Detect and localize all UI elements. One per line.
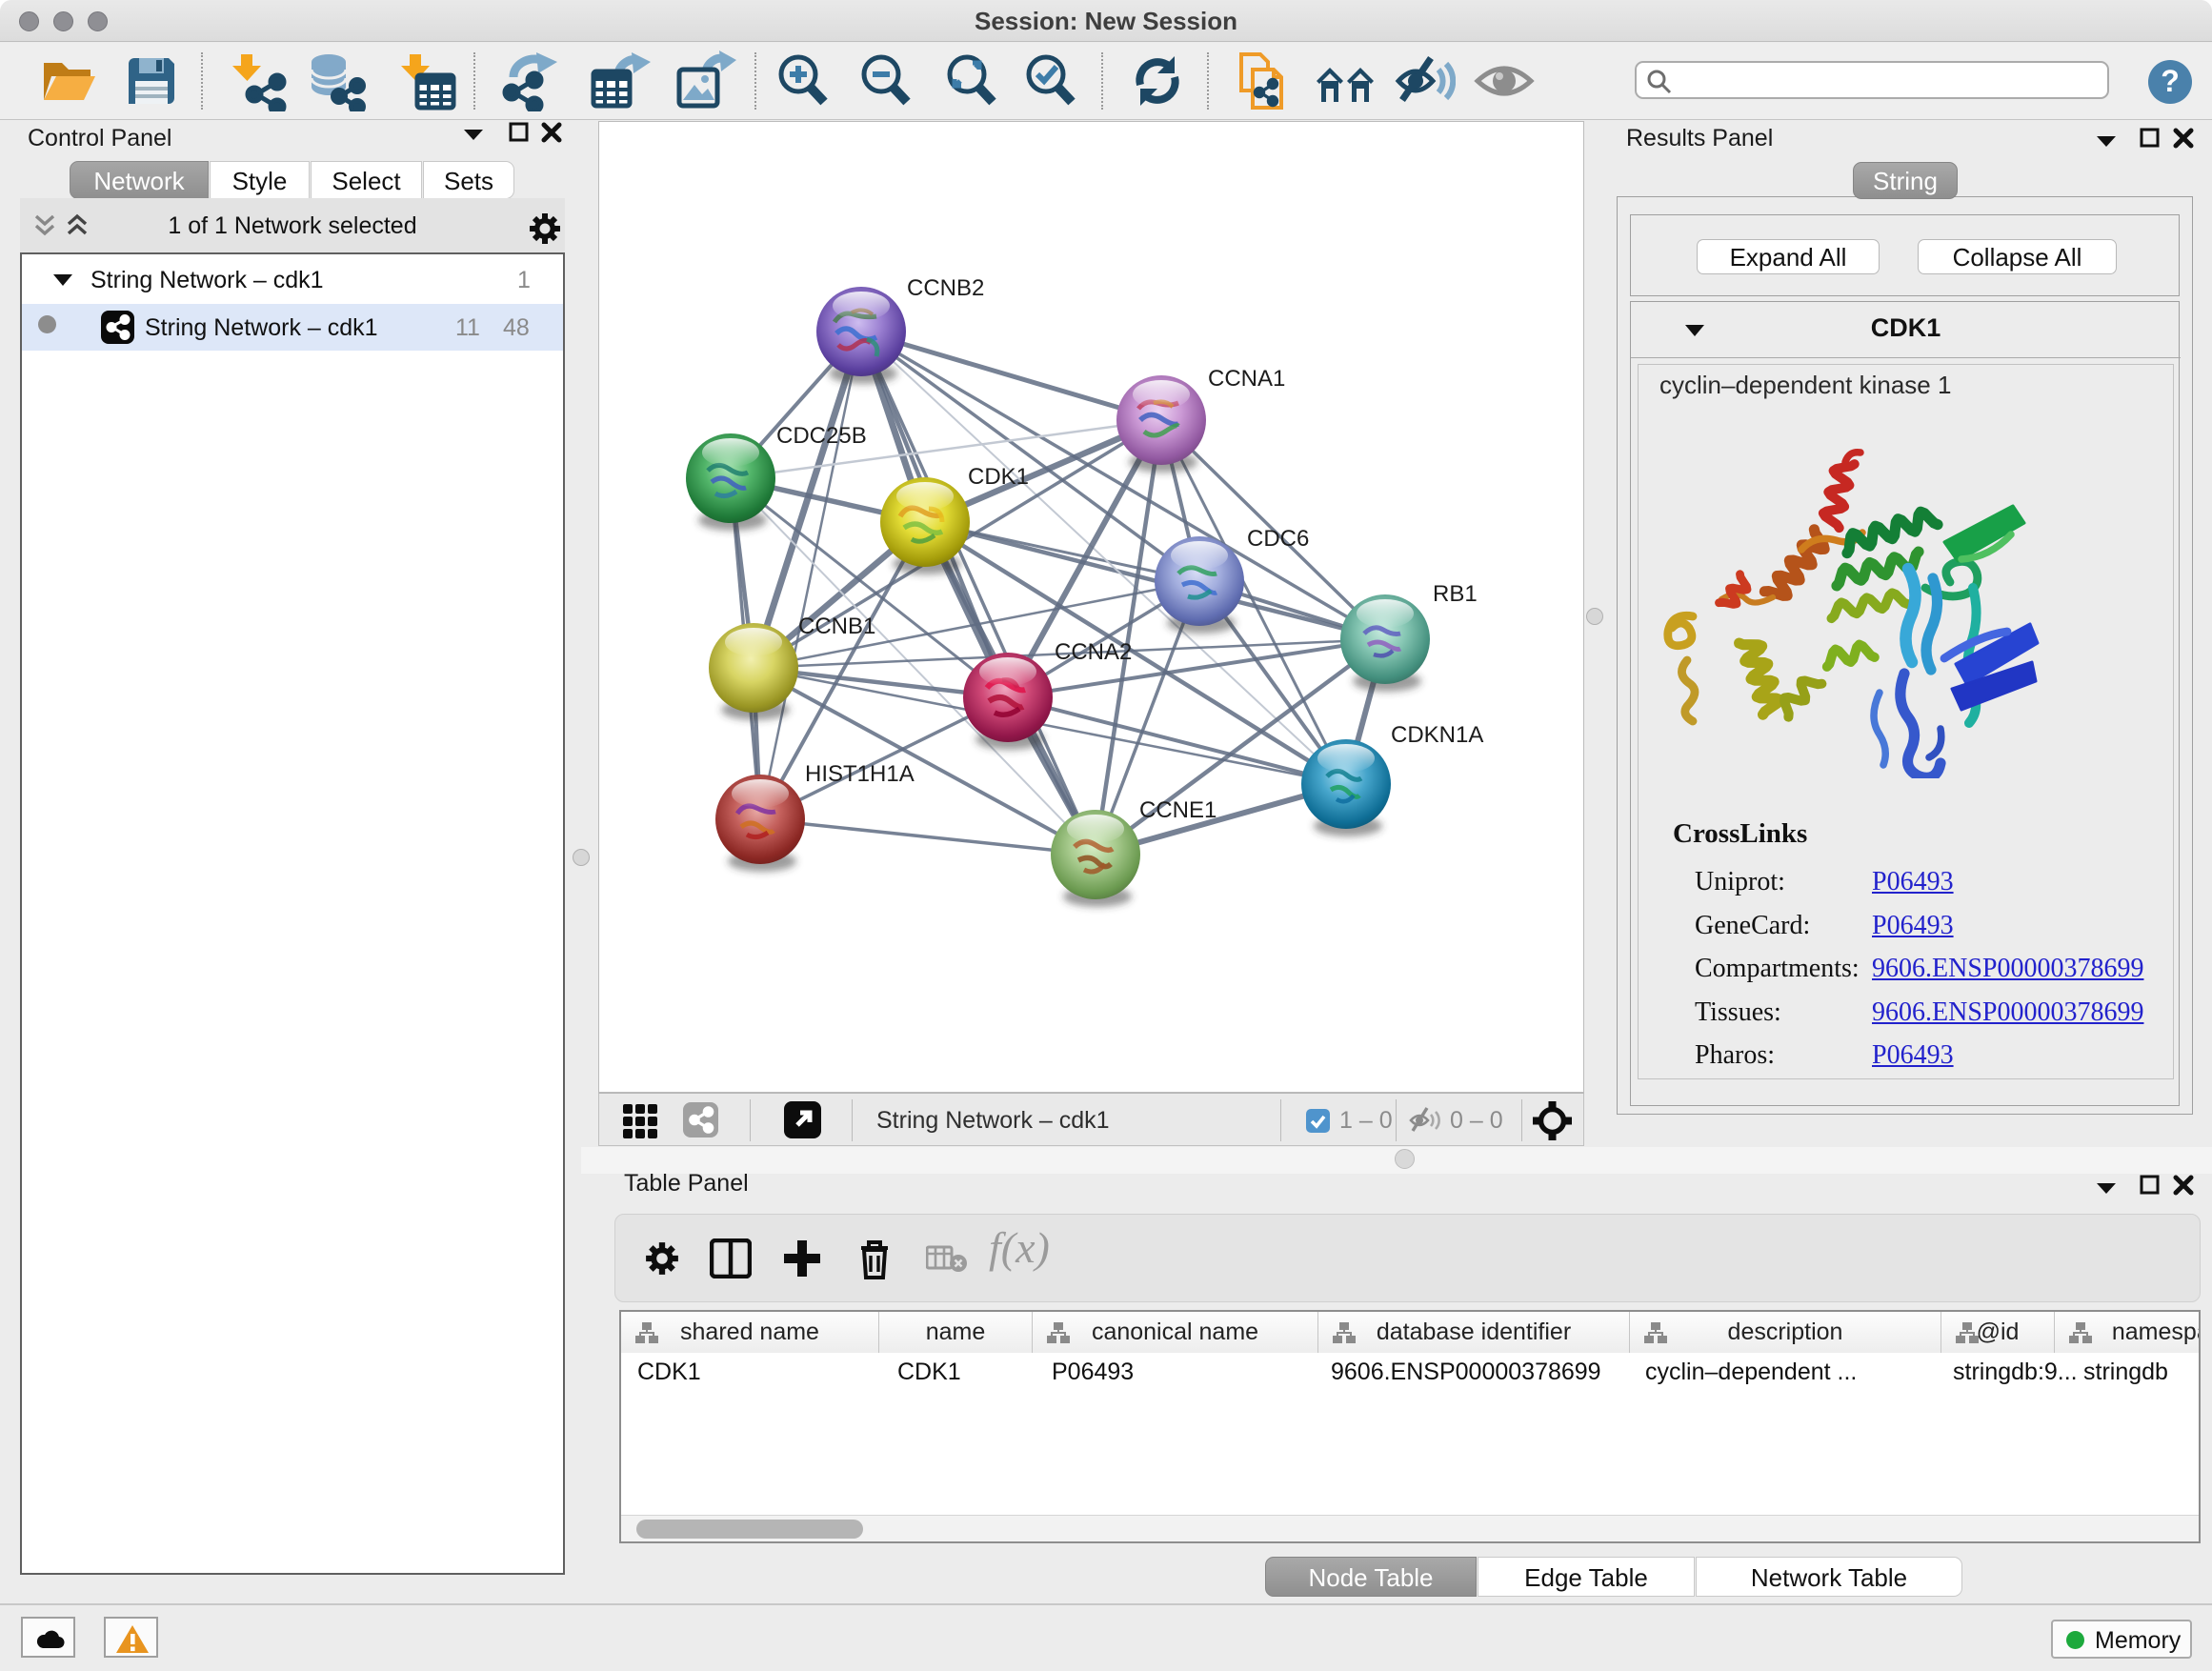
svg-text:CDKN1A: CDKN1A xyxy=(1391,722,1483,748)
svg-text:CDC25B: CDC25B xyxy=(776,423,867,449)
svg-text:CCNE1: CCNE1 xyxy=(1139,797,1217,823)
svg-text:CCNA1: CCNA1 xyxy=(1208,366,1285,392)
svg-text:CCNB1: CCNB1 xyxy=(798,614,875,639)
svg-text:CDK1: CDK1 xyxy=(968,464,1029,490)
svg-text:CDC6: CDC6 xyxy=(1247,526,1309,552)
svg-text:CCNA2: CCNA2 xyxy=(1055,639,1132,665)
svg-text:HIST1H1A: HIST1H1A xyxy=(805,761,915,787)
svg-text:RB1: RB1 xyxy=(1433,581,1478,607)
svg-text:CCNB2: CCNB2 xyxy=(907,275,984,301)
svg-text:?: ? xyxy=(2161,64,2180,98)
